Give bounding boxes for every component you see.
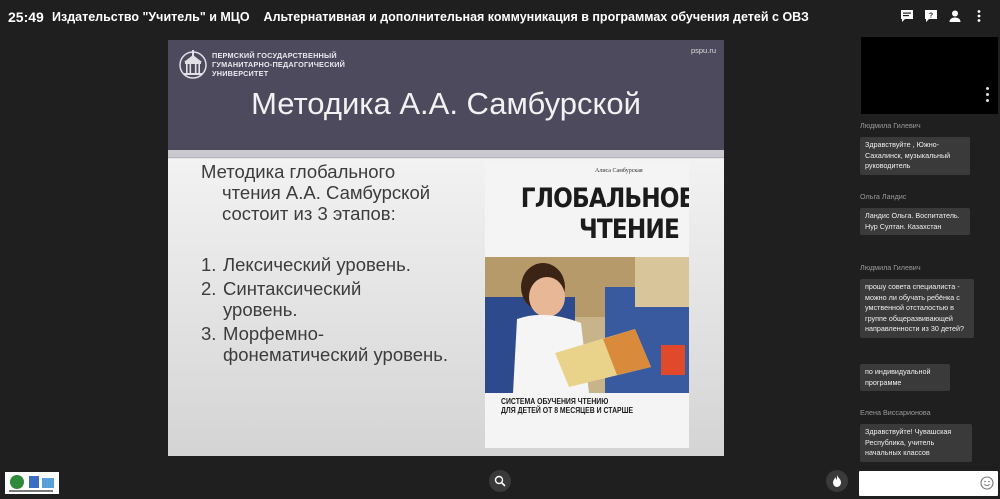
emoji-icon[interactable]: [980, 476, 994, 490]
book-title-line: ГЛОБАЛЬНОЕ: [520, 183, 689, 214]
svg-text:?: ?: [929, 13, 933, 20]
university-logo-icon: [179, 50, 207, 79]
top-bar: 25:49 Издательство "Учитель" и МЦО Альте…: [0, 0, 1000, 34]
chat-message: Ландис Ольга. Воспитатель. Нур Султан. К…: [860, 208, 970, 235]
partner-logo-icon: [9, 475, 54, 492]
stage-number: 3.: [201, 323, 217, 344]
more-icon[interactable]: [972, 9, 986, 23]
book-cover: Алиса Самбурская ГЛОБАЛЬНОЕ ЧТЕНИЕ СИСТЕ…: [485, 161, 689, 448]
chat-message: Здравствуйте! Чувашская Республика, учит…: [860, 424, 972, 462]
zoom-button[interactable]: [489, 470, 511, 492]
list-item: 1. Лексический уровень.: [201, 254, 451, 275]
slide-title: Методика А.А. Самбурской: [251, 86, 641, 121]
stage-text: Лексический уровень.: [223, 254, 411, 275]
university-name-line: ПЕРМСКИЙ ГОСУДАРСТВЕННЫЙ: [212, 51, 337, 60]
book-subtitle-line: СИСТЕМА ОБУЧЕНИЯ ЧТЕНИЮ: [501, 397, 609, 406]
chat-message: Здравствуйте , Южно-Сахалинск, музыкальн…: [860, 137, 970, 175]
session-timer: 25:49: [8, 9, 44, 25]
chat-message: прошу совета специалиста - можно ли обуч…: [860, 279, 974, 338]
stage-text-continued: уровень.: [223, 299, 298, 320]
partner-logo: [5, 472, 59, 494]
child-reading-photo: [485, 257, 689, 393]
book-subtitle: СИСТЕМА ОБУЧЕНИЯ ЧТЕНИЮ ДЛЯ ДЕТЕЙ ОТ 8 М…: [501, 397, 652, 415]
chat-author: Елена Виссарионова: [860, 408, 931, 417]
method-description-rest: чтения А.А. Самбурской состоит из 3 этап…: [222, 182, 431, 224]
webinar-title: Издательство "Учитель" и МЦО Альтернатив…: [52, 10, 809, 24]
presentation-slide: ПЕРМСКИЙ ГОСУДАРСТВЕННЫЙ ГУМАНИТАРНО-ПЕД…: [168, 40, 724, 456]
flame-icon: [833, 475, 841, 487]
book-subtitle-line: ДЛЯ ДЕТЕЙ ОТ 8 МЕСЯЦЕВ И СТАРШЕ: [501, 406, 634, 415]
reaction-button[interactable]: [826, 470, 848, 492]
book-author: Алиса Самбурская: [595, 168, 643, 174]
university-name-line: УНИВЕРСИТЕТ: [212, 69, 269, 78]
chat-author: Людмила Гилевич: [860, 263, 921, 272]
user-icon[interactable]: [948, 9, 962, 23]
zoom-icon: [494, 475, 506, 487]
stage-text: Синтаксический: [223, 278, 362, 299]
help-icon[interactable]: ?: [924, 9, 938, 23]
chat-icon[interactable]: [900, 9, 914, 23]
stage-number: 1.: [201, 254, 217, 275]
university-name: ПЕРМСКИЙ ГОСУДАРСТВЕННЫЙ ГУМАНИТАРНО-ПЕД…: [212, 51, 345, 78]
slide-header: ПЕРМСКИЙ ГОСУДАРСТВЕННЫЙ ГУМАНИТАРНО-ПЕД…: [168, 40, 724, 150]
video-menu-icon[interactable]: [986, 87, 990, 105]
stages-list: 1. Лексический уровень. 2. Синтаксический …: [201, 254, 451, 368]
book-title-line: ЧТЕНИЕ: [578, 214, 680, 245]
webcam-video[interactable]: [861, 37, 998, 114]
list-item: 2. Синтаксический уровень.: [201, 278, 451, 320]
stage-text: Морфемно-: [223, 323, 325, 344]
chat-author: Людмила Гилевич: [860, 121, 921, 130]
method-description-first-line: Методика глобального: [201, 161, 396, 182]
method-description: Методика глобального чтения А.А. Самбурс…: [201, 161, 441, 224]
book-title: ГЛОБАЛЬНОЕ ЧТЕНИЕ: [520, 183, 689, 245]
stage-text-continued: фонематический уровень.: [223, 344, 449, 365]
list-item: 3. Морфемно- фонематический уровень.: [201, 323, 451, 365]
slide-divider: [168, 150, 724, 158]
chat-input[interactable]: [859, 471, 998, 496]
university-name-line: ГУМАНИТАРНО-ПЕДАГОГИЧЕСКИЙ: [212, 60, 346, 69]
top-bar-actions: ?: [900, 9, 986, 23]
stage-number: 2.: [201, 278, 217, 299]
chat-message: по индивидуальной программе: [860, 364, 950, 391]
chat-author: Ольга Ландис: [860, 192, 907, 201]
university-site: pspu.ru: [690, 46, 716, 55]
